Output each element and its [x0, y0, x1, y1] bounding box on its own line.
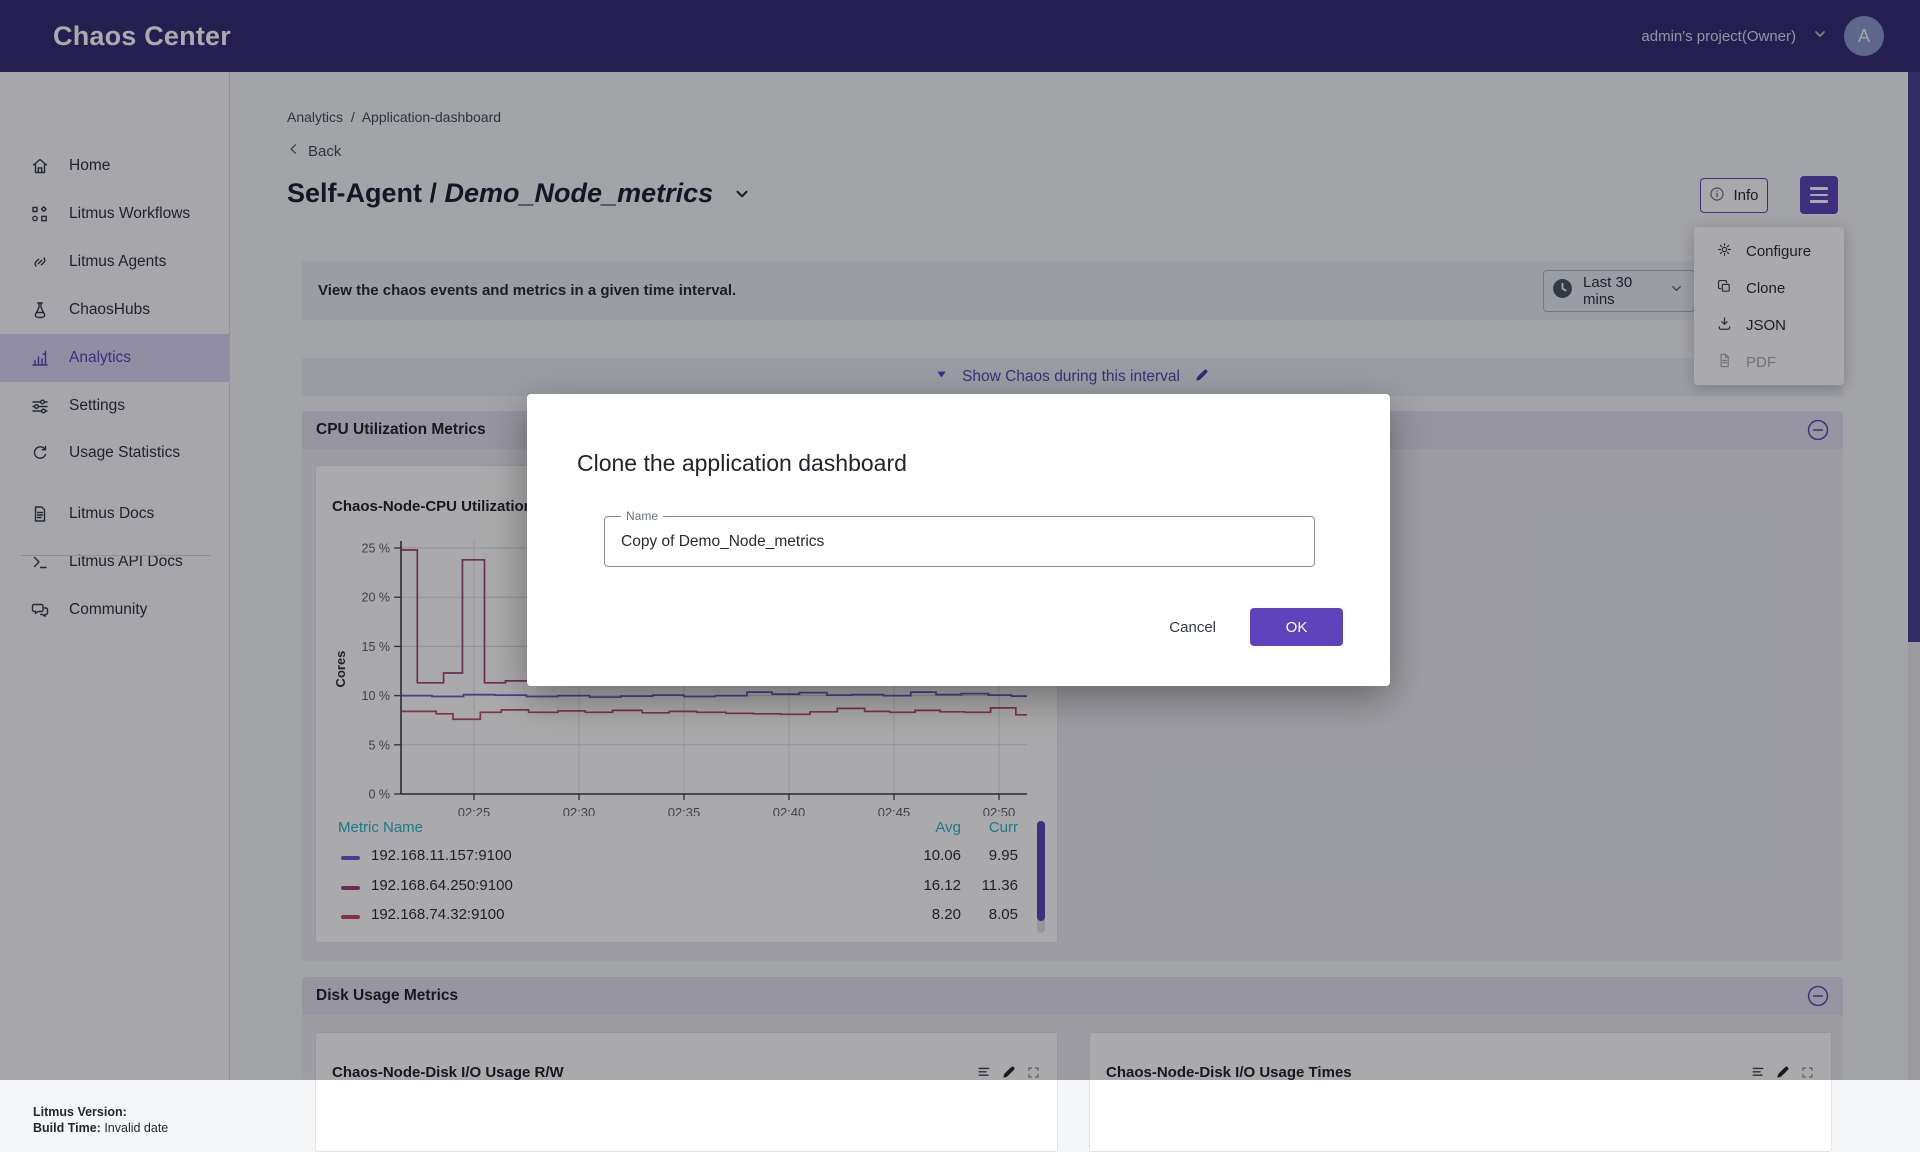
cancel-button[interactable]: Cancel	[1169, 619, 1216, 636]
modal-title: Clone the application dashboard	[577, 450, 907, 477]
litmus-version-label: Litmus Version:	[33, 1105, 127, 1119]
version-info: Litmus Version: Build Time: Invalid date	[33, 1104, 168, 1136]
name-input-value: Copy of Demo_Node_metrics	[621, 517, 824, 566]
clone-dashboard-modal: Clone the application dashboard Name Cop…	[527, 394, 1390, 686]
ok-button[interactable]: OK	[1250, 608, 1343, 646]
build-time-value: Invalid date	[104, 1121, 168, 1135]
name-input[interactable]: Name Copy of Demo_Node_metrics	[604, 516, 1315, 567]
build-time-label: Build Time:	[33, 1121, 101, 1135]
